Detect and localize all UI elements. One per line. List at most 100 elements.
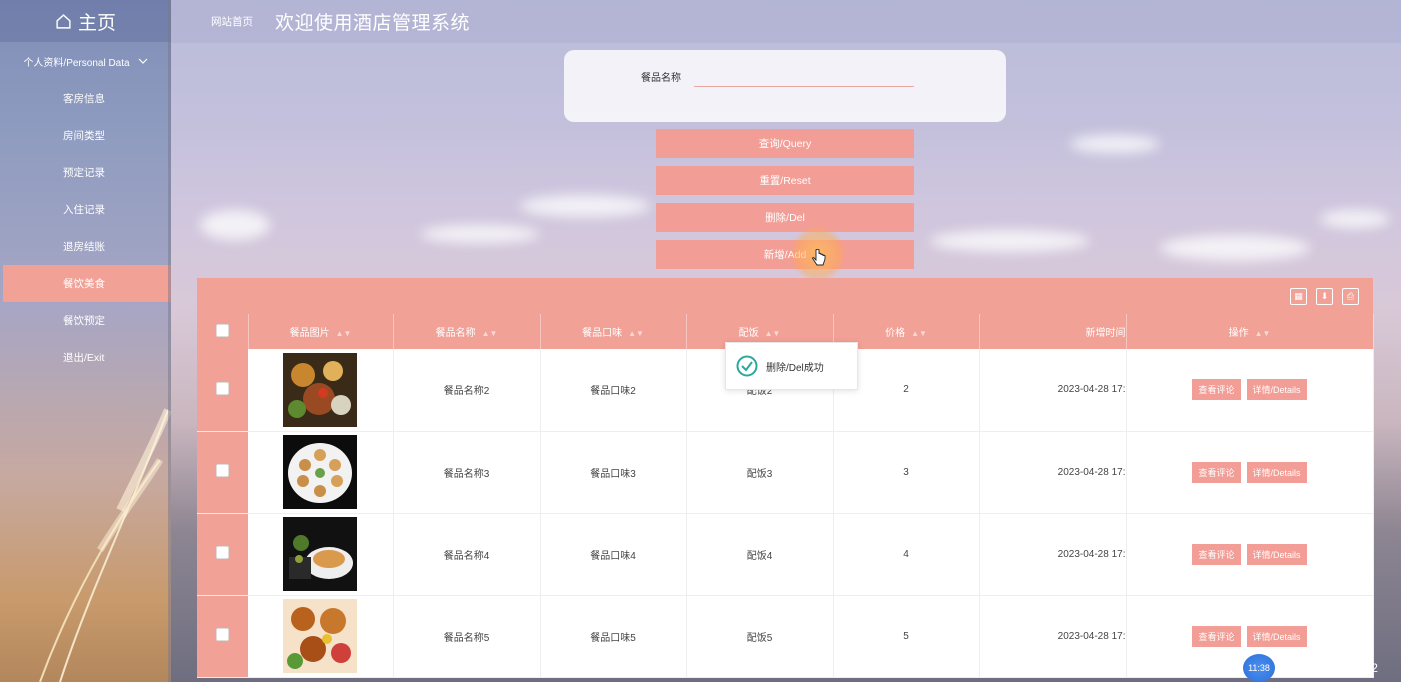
columns-icon[interactable]: ▦ (1290, 288, 1307, 305)
details-button[interactable]: 详情/Details (1246, 461, 1307, 483)
row-check-cell (197, 349, 248, 432)
home-icon (56, 13, 71, 29)
sidebar-item-booking-records[interactable]: 预定记录 (0, 154, 171, 191)
row-check-cell (197, 595, 248, 678)
search-panel: 餐品名称 (564, 50, 1006, 122)
food-image[interactable] (283, 352, 358, 427)
meal-name-cell: 餐品名称2 (393, 349, 541, 432)
sidebar-item-label: 预定记录 (63, 167, 105, 179)
sidebar-item-label: 入住记录 (63, 204, 105, 216)
food-image[interactable] (283, 435, 358, 509)
sidebar-item-exit[interactable]: 退出/Exit (0, 339, 171, 376)
sidebar-home-label: 主页 (77, 12, 116, 34)
meal-price-cell: 3 (833, 431, 980, 514)
table-row: 餐品名称5 餐品口味5 配饭5 5 2023-04-28 17: 查看评论 详情/… (197, 595, 1374, 678)
search-input[interactable] (694, 61, 914, 87)
sort-icon: ▲▼ (335, 329, 352, 338)
page-title: 欢迎使用酒店管理系统 (275, 13, 471, 34)
sidebar-item-dining[interactable]: 餐饮美食 (3, 265, 171, 302)
sidebar-item-checkout[interactable]: 退房结账 (0, 228, 171, 265)
col-header-taste[interactable]: 餐品口味 ▲▼ (540, 314, 687, 349)
print-icon[interactable]: ⎙ (1342, 288, 1359, 305)
col-label: 新增时间 (1085, 328, 1126, 339)
add-button[interactable]: 新增/Add (656, 240, 914, 269)
reed-decoration (39, 408, 171, 682)
col-header-actions: 操作 ▲▼ (1126, 314, 1374, 349)
details-button[interactable]: 详情/Details (1246, 379, 1307, 401)
query-button[interactable]: 查询/Query (656, 129, 914, 158)
row-checkbox[interactable] (216, 464, 229, 477)
sidebar-item-room-type[interactable]: 房间类型 (0, 117, 171, 154)
view-comments-button[interactable]: 查看评论 (1192, 379, 1241, 401)
col-header-time[interactable]: 新增时间 (979, 314, 1127, 349)
data-table-panel: ▦ ⬇ ⎙ 餐品图片 ▲▼ 餐品名称 ▲▼ 餐品口味 ▲▼ 配饭 ▲▼ 价格 ▲▼ 新增时… (197, 278, 1374, 682)
export-icon[interactable]: ⬇ (1316, 288, 1333, 305)
watermark: 11:38 CSDN @vxbishe2 (1243, 654, 1378, 682)
col-label: 餐品图片 (289, 328, 330, 339)
meal-taste-cell: 餐品口味3 (540, 431, 687, 514)
meal-rice-cell: 配饭4 (686, 513, 834, 596)
col-label: 操作 (1228, 328, 1249, 339)
row-checkbox[interactable] (216, 546, 229, 559)
row-checkbox[interactable] (216, 381, 229, 395)
food-image[interactable] (283, 517, 358, 591)
col-header-image[interactable]: 餐品图片 ▲▼ (248, 314, 394, 349)
col-label: 配饭 (738, 328, 759, 339)
sidebar-group-label: 个人资料/Personal Data (23, 57, 130, 69)
select-all-cell (197, 314, 249, 349)
sort-icon: ▲▼ (1254, 329, 1271, 338)
details-button[interactable]: 详情/Details (1246, 543, 1307, 565)
search-label: 餐品名称 (641, 73, 681, 84)
table-toolbar: ▦ ⬇ ⎙ (197, 278, 1373, 314)
chevron-down-icon (138, 58, 148, 64)
sidebar-item-label: 退出/Exit (63, 352, 105, 364)
meal-rice-cell: 配饭5 (686, 595, 834, 678)
row-actions-cell: 查看评论 详情/Details (1126, 431, 1374, 514)
clock-badge: 11:38 (1243, 654, 1275, 682)
meal-name-cell: 餐品名称5 (393, 595, 541, 678)
sidebar-item-dining-booking[interactable]: 餐饮预定 (0, 302, 171, 339)
delete-button[interactable]: 删除/Del (656, 203, 914, 232)
view-comments-button[interactable]: 查看评论 (1192, 543, 1241, 565)
sort-icon: ▲▼ (481, 329, 498, 338)
meal-time-cell: 2023-04-28 17: (979, 349, 1127, 432)
meal-time-cell: 2023-04-28 17: (979, 513, 1127, 596)
meal-taste-cell: 餐品口味2 (540, 349, 687, 432)
sort-icon: ▲▼ (911, 329, 927, 338)
sidebar-item-label: 餐饮美食 (63, 278, 105, 290)
check-circle-icon (736, 355, 758, 377)
meal-rice-cell: 配饭3 (686, 431, 834, 514)
meal-price-cell: 5 (833, 595, 980, 678)
col-label: 餐品口味 (582, 328, 623, 339)
sidebar-item-room-info[interactable]: 客房信息 (0, 80, 171, 117)
sidebar-item-label: 餐饮预定 (63, 315, 105, 327)
row-checkbox[interactable] (216, 628, 229, 641)
meal-taste-cell: 餐品口味4 (540, 513, 687, 596)
row-check-cell (197, 431, 248, 514)
select-all-checkbox[interactable] (215, 323, 229, 337)
sort-icon: ▲▼ (764, 329, 781, 338)
col-label: 价格 (885, 328, 906, 339)
meal-time-cell: 2023-04-28 17: (979, 431, 1127, 514)
row-actions-cell: 查看评论 详情/Details (1126, 349, 1374, 432)
reset-button[interactable]: 重置/Reset (656, 166, 914, 195)
sidebar-group-personal-data[interactable]: 个人资料/Personal Data (0, 42, 171, 80)
success-toast: 删除/Del成功 (725, 342, 858, 390)
sort-icon: ▲▼ (628, 329, 644, 338)
image-cell (248, 513, 394, 596)
sidebar-item-label: 客房信息 (63, 93, 105, 105)
meal-time-cell: 2023-04-28 17: (979, 595, 1127, 678)
food-image[interactable] (283, 599, 358, 673)
view-comments-button[interactable]: 查看评论 (1192, 625, 1241, 647)
watermark-text: CSDN @vxbishe2 (1281, 661, 1378, 675)
view-comments-button[interactable]: 查看评论 (1192, 461, 1241, 483)
details-button[interactable]: 详情/Details (1246, 625, 1307, 647)
meal-name-cell: 餐品名称4 (393, 513, 541, 596)
col-header-name[interactable]: 餐品名称 ▲▼ (393, 314, 541, 349)
sidebar: 主页 个人资料/Personal Data 客房信息 房间类型 预定记录 入住记… (0, 0, 171, 682)
sidebar-item-checkin-records[interactable]: 入住记录 (0, 191, 171, 228)
meal-name-cell: 餐品名称3 (393, 431, 541, 514)
sidebar-home[interactable]: 主页 (0, 0, 171, 42)
top-header: 网站首页 欢迎使用酒店管理系统 (171, 0, 1401, 43)
breadcrumb[interactable]: 网站首页 (211, 14, 253, 29)
